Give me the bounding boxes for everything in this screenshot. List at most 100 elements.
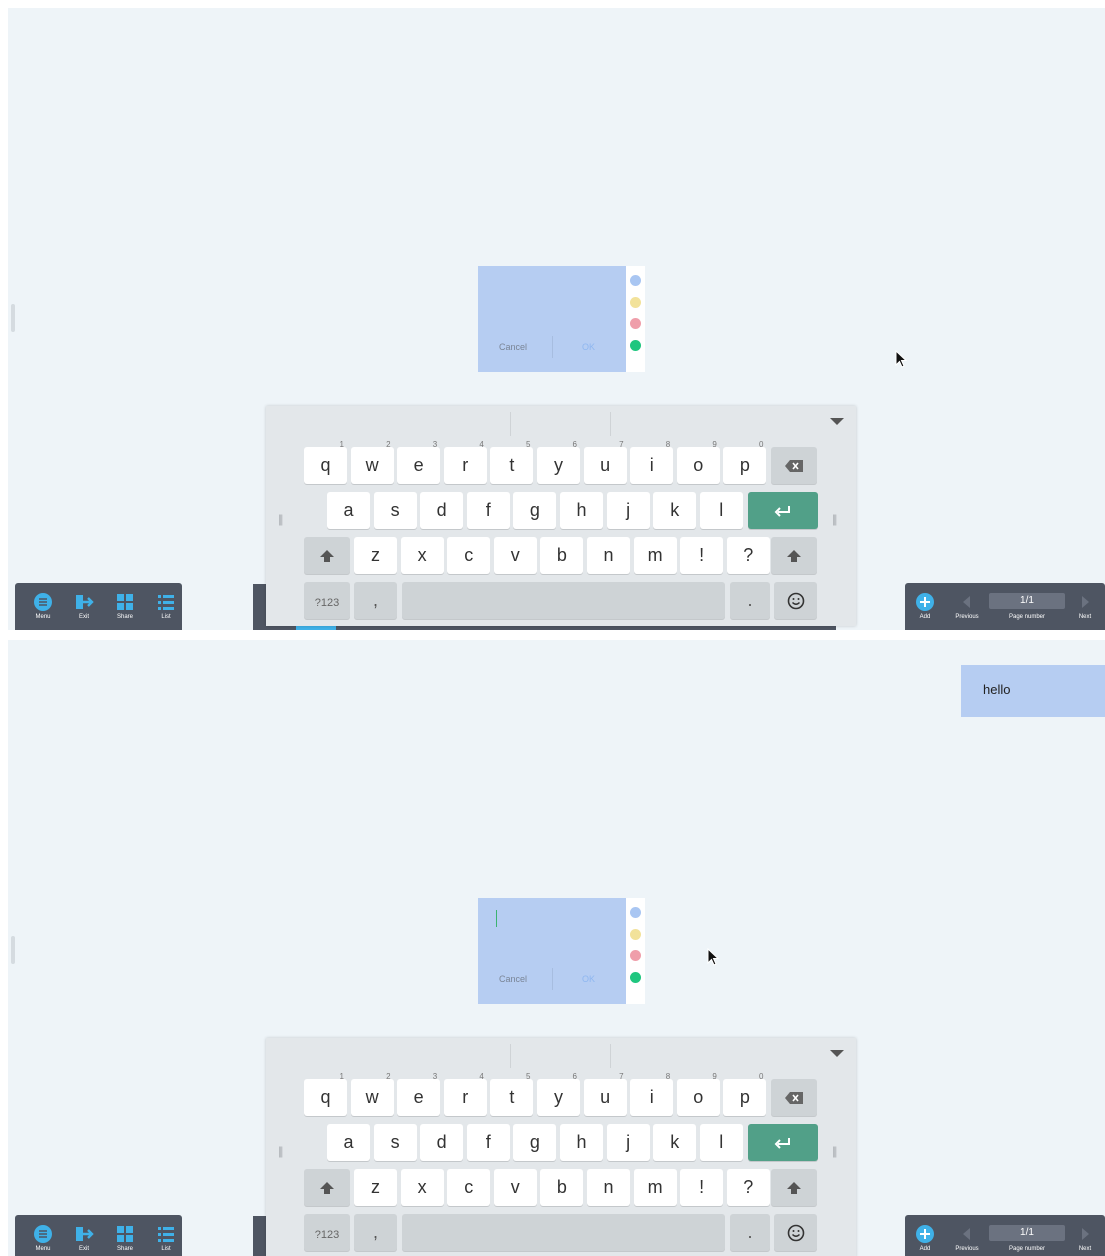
side-drawer-handle[interactable] (11, 936, 15, 964)
enter-key[interactable] (748, 1124, 818, 1161)
color-blue-swatch[interactable] (630, 275, 641, 286)
key-z[interactable]: z (354, 1169, 397, 1206)
emoji-key[interactable] (774, 582, 817, 619)
emoji-key[interactable] (774, 1214, 817, 1251)
key-question[interactable]: ? (726, 1169, 770, 1206)
key-h[interactable]: h (560, 492, 603, 529)
key-f[interactable]: f (466, 1124, 510, 1161)
collapse-keyboard-icon[interactable] (830, 418, 844, 425)
key-i[interactable]: i8 (630, 440, 674, 484)
next-page-button[interactable]: Next (1065, 592, 1105, 620)
keyboard-drag-handle[interactable]: ||| (832, 512, 842, 532)
key-b[interactable]: b (540, 537, 584, 574)
note-text-area[interactable]: Cancel OK (478, 266, 626, 372)
shift-key[interactable] (771, 537, 817, 574)
color-pink-swatch[interactable] (630, 318, 641, 329)
key-x[interactable]: x (400, 537, 444, 574)
color-yellow-swatch[interactable] (630, 929, 641, 940)
key-o[interactable]: o9 (676, 440, 720, 484)
list-button[interactable]: List (146, 592, 186, 620)
note-text-area[interactable]: Cancel OK (478, 898, 626, 1004)
key-w[interactable]: w2 (350, 1072, 394, 1116)
key-u[interactable]: u7 (583, 440, 627, 484)
period-key[interactable]: . (730, 582, 770, 619)
bottom-toolbar-collapsed-tab[interactable] (253, 1216, 267, 1256)
key-s[interactable]: s (373, 1124, 417, 1161)
color-green-swatch[interactable] (630, 972, 641, 983)
bottom-toolbar-collapsed-tab[interactable] (253, 584, 267, 630)
key-q[interactable]: q1 (304, 440, 347, 484)
color-green-swatch[interactable] (630, 340, 641, 351)
key-exclaim[interactable]: ! (680, 1169, 724, 1206)
list-button[interactable]: List (146, 1224, 186, 1252)
space-key[interactable] (402, 1214, 725, 1251)
exit-button[interactable]: Exit (64, 1224, 104, 1252)
key-f[interactable]: f (466, 492, 510, 529)
key-g[interactable]: g (513, 1124, 557, 1161)
key-k[interactable]: k (653, 492, 697, 529)
collapse-keyboard-icon[interactable] (830, 1050, 844, 1057)
add-page-button[interactable]: Add (905, 592, 945, 620)
key-h[interactable]: h (560, 1124, 603, 1161)
shift-key[interactable] (304, 537, 350, 574)
menu-button[interactable]: Menu (23, 592, 63, 620)
key-a[interactable]: a (327, 1124, 370, 1161)
key-n[interactable]: n (587, 1169, 630, 1206)
key-d[interactable]: d (420, 1124, 464, 1161)
note-ok-button[interactable]: OK (582, 342, 595, 352)
key-e[interactable]: e3 (397, 440, 441, 484)
space-key[interactable] (402, 582, 725, 619)
key-j[interactable]: j (606, 1124, 650, 1161)
key-z[interactable]: z (354, 537, 397, 574)
symbols-key[interactable]: ?123 (304, 1214, 350, 1251)
key-r[interactable]: r4 (443, 1072, 487, 1116)
key-q[interactable]: q1 (304, 1072, 347, 1116)
key-l[interactable]: l (699, 492, 743, 529)
key-n[interactable]: n (587, 537, 630, 574)
backspace-key[interactable] (771, 447, 817, 484)
sticky-note-editor[interactable]: Cancel OK (478, 266, 645, 372)
color-blue-swatch[interactable] (630, 907, 641, 918)
key-b[interactable]: b (540, 1169, 584, 1206)
key-exclaim[interactable]: ! (680, 537, 724, 574)
key-w[interactable]: w2 (350, 440, 394, 484)
share-button[interactable]: Share (105, 1224, 145, 1252)
share-button[interactable]: Share (105, 592, 145, 620)
key-m[interactable]: m (633, 1169, 677, 1206)
symbols-key[interactable]: ?123 (304, 582, 350, 619)
keyboard-drag-handle[interactable]: ||| (832, 1144, 842, 1164)
key-p[interactable]: p0 (723, 440, 767, 484)
sticky-note-editor[interactable]: Cancel OK (478, 898, 645, 1004)
backspace-key[interactable] (771, 1079, 817, 1116)
keyboard-drag-handle[interactable]: ||| (278, 512, 288, 532)
key-d[interactable]: d (420, 492, 464, 529)
key-y[interactable]: y6 (537, 440, 580, 484)
shift-key[interactable] (771, 1169, 817, 1206)
key-t[interactable]: t5 (490, 440, 534, 484)
key-j[interactable]: j (606, 492, 650, 529)
key-v[interactable]: v (493, 1169, 537, 1206)
menu-button[interactable]: Menu (23, 1224, 63, 1252)
next-page-button[interactable]: Next (1065, 1224, 1105, 1252)
key-c[interactable]: c (447, 1169, 491, 1206)
page-number-display[interactable]: 1/1 (989, 1225, 1065, 1241)
note-cancel-button[interactable]: Cancel (499, 342, 527, 352)
key-x[interactable]: x (400, 1169, 444, 1206)
key-u[interactable]: u7 (583, 1072, 627, 1116)
whiteboard-canvas[interactable]: Cancel OK ||| ||| q 1 w 2 e 3 r 4 t 5 y 6 u 7 i 8 o 9 p 0 a s d f… (8, 8, 1105, 630)
key-y[interactable]: y6 (537, 1072, 580, 1116)
key-g[interactable]: g (513, 492, 557, 529)
key-e[interactable]: e3 (397, 1072, 441, 1116)
sticky-note[interactable]: hello (961, 665, 1105, 717)
previous-page-button[interactable]: Previous (947, 1224, 987, 1252)
shift-key[interactable] (304, 1169, 350, 1206)
key-r[interactable]: r4 (443, 440, 487, 484)
key-i[interactable]: i8 (630, 1072, 674, 1116)
keyboard-drag-handle[interactable]: ||| (278, 1144, 288, 1164)
color-pink-swatch[interactable] (630, 950, 641, 961)
key-t[interactable]: t5 (490, 1072, 534, 1116)
previous-page-button[interactable]: Previous (947, 592, 987, 620)
exit-button[interactable]: Exit (64, 592, 104, 620)
key-v[interactable]: v (493, 537, 537, 574)
key-question[interactable]: ? (726, 537, 770, 574)
